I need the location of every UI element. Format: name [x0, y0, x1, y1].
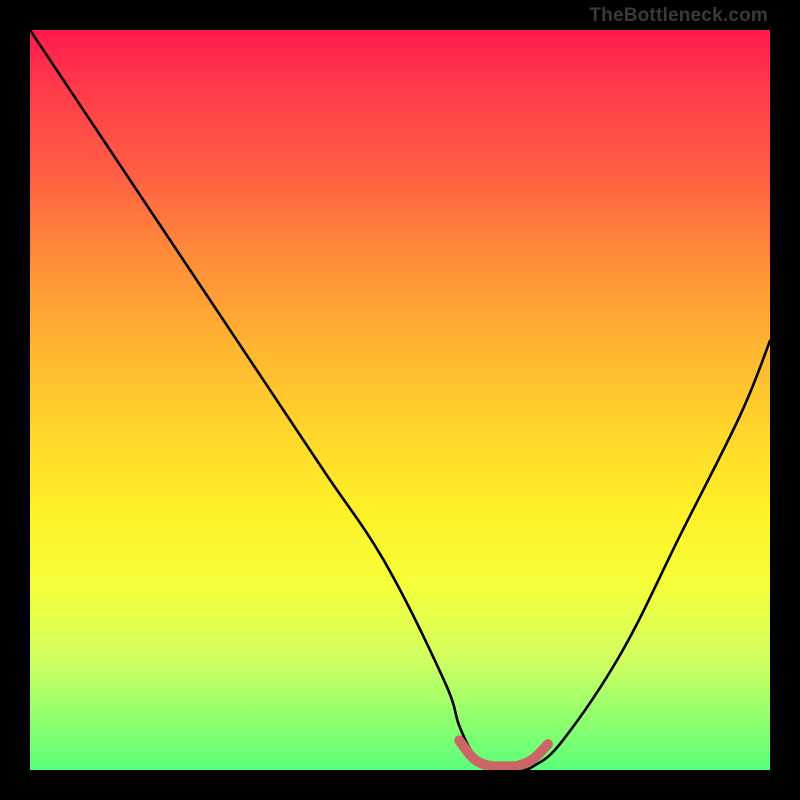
- chart-frame: TheBottleneck.com: [0, 0, 800, 800]
- watermark-text: TheBottleneck.com: [589, 6, 768, 25]
- bottleneck-curve-path: [30, 30, 770, 770]
- chart-svg: [30, 30, 770, 770]
- highlight-segment-path: [459, 740, 548, 766]
